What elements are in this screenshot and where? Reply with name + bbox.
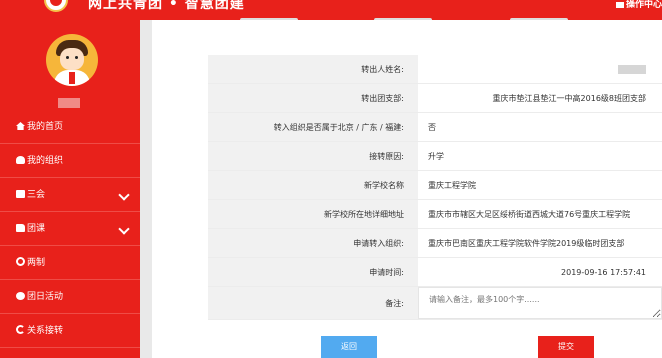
region-check-value: 否 bbox=[428, 122, 436, 132]
field-label: 转出人姓名: bbox=[208, 55, 418, 83]
sidebar-item-league-day[interactable]: 团日活动 bbox=[0, 280, 140, 314]
sidebar-item-two-systems[interactable]: 两制 bbox=[0, 246, 140, 280]
field-label: 转出团支部: bbox=[208, 84, 418, 112]
sidebar-item-label: 三会 bbox=[27, 190, 46, 200]
form-row: 转出团支部: 重庆市垫江县垫江一中高2016级8班团支部 bbox=[208, 84, 662, 113]
note-input[interactable] bbox=[418, 287, 662, 319]
form-row: 转出人姓名: bbox=[208, 55, 662, 84]
avatar-face bbox=[60, 48, 84, 70]
user-name bbox=[58, 98, 80, 108]
back-button[interactable]: 返回 bbox=[321, 336, 377, 358]
sidebar-item-home[interactable]: 我的首页 bbox=[0, 110, 140, 144]
field-label: 新学校名称 bbox=[208, 171, 418, 199]
mail-icon bbox=[615, 1, 624, 8]
sidebar-item-league-class[interactable]: 团课 bbox=[0, 212, 140, 246]
new-school-value: 重庆工程学院 bbox=[428, 180, 476, 190]
field-label: 接转原因: bbox=[208, 142, 418, 170]
school-address-value: 重庆市市辖区大足区绥桥街道西城大道76号重庆工程学院 bbox=[428, 209, 631, 219]
form-row: * 申请转入组织: 重庆市巴南区重庆工程学院软件学院2019级临时团支部 bbox=[208, 229, 662, 258]
avatar-tie bbox=[69, 72, 75, 84]
chevron-down-icon bbox=[118, 189, 130, 201]
main-content: 转出人姓名: 转出团支部: 重庆市垫江县垫江一中高2016级8班团支部 * 转入… bbox=[152, 20, 662, 358]
field-label: 申请时间: bbox=[208, 258, 418, 286]
field-label: 备注: bbox=[208, 287, 418, 319]
field-label: 申请转入组织: bbox=[208, 229, 418, 257]
transfer-form: 转出人姓名: 转出团支部: 重庆市垫江县垫江一中高2016级8班团支部 * 转入… bbox=[208, 55, 662, 320]
form-row: * 接转原因: 升学 bbox=[208, 142, 662, 171]
transfer-reason-value: 升学 bbox=[428, 151, 444, 161]
top-bar: 网上共青团 • 智慧团建 操作中心 bbox=[0, 0, 662, 20]
circle-icon bbox=[16, 257, 25, 266]
field-label: 新学校所在地详细地址 bbox=[208, 200, 418, 228]
folder-icon bbox=[16, 224, 25, 232]
chevron-down-icon bbox=[118, 223, 130, 235]
sidebar: 我的首页 我的组织 三会 团课 两制 团日活动 关系接转 bbox=[0, 20, 140, 358]
sidebar-item-label: 我的首页 bbox=[27, 122, 64, 132]
form-row: * 新学校名称 重庆工程学院 bbox=[208, 171, 662, 200]
sync-icon bbox=[16, 325, 25, 334]
sidebar-item-label: 两制 bbox=[27, 258, 46, 268]
gear-icon bbox=[16, 292, 25, 300]
sidebar-item-label: 团课 bbox=[27, 224, 46, 234]
sidebar-item-meetings[interactable]: 三会 bbox=[0, 178, 140, 212]
masked-name bbox=[618, 64, 646, 74]
transferor-name-value bbox=[418, 55, 662, 83]
field-label: 转入组织是否属于北京 / 广东 / 福建: bbox=[208, 113, 418, 141]
avatar-eye bbox=[66, 56, 69, 59]
home-icon bbox=[16, 122, 25, 130]
submit-button[interactable]: 提交 bbox=[538, 336, 594, 358]
operation-center-link[interactable]: 操作中心 bbox=[615, 0, 662, 10]
avatar[interactable] bbox=[46, 34, 98, 86]
form-row: 备注: bbox=[208, 287, 662, 320]
sidebar-item-label: 团日活动 bbox=[27, 292, 64, 302]
source-branch-value: 重庆市垫江县垫江一中高2016级8班团支部 bbox=[492, 93, 646, 103]
apply-time-value: 2019-09-16 17:57:41 bbox=[561, 267, 646, 277]
sidebar-item-label: 我的组织 bbox=[27, 156, 64, 166]
form-row: 新学校所在地详细地址 重庆市市辖区大足区绥桥街道西城大道76号重庆工程学院 bbox=[208, 200, 662, 229]
sidebar-nav: 我的首页 我的组织 三会 团课 两制 团日活动 关系接转 bbox=[0, 110, 140, 348]
sidebar-item-label: 关系接转 bbox=[27, 326, 64, 336]
form-row: * 转入组织是否属于北京 / 广东 / 福建: 否 bbox=[208, 113, 662, 142]
league-emblem-icon bbox=[44, 0, 68, 12]
avatar-eye bbox=[75, 56, 78, 59]
app-title: 网上共青团 • 智慧团建 bbox=[88, 0, 245, 12]
org-icon bbox=[16, 156, 25, 164]
form-row: 申请时间: 2019-09-16 17:57:41 bbox=[208, 258, 662, 287]
sidebar-item-my-org[interactable]: 我的组织 bbox=[0, 144, 140, 178]
operation-center-label: 操作中心 bbox=[625, 0, 662, 10]
sidebar-item-transfer[interactable]: 关系接转 bbox=[0, 314, 140, 348]
target-org-value: 重庆市巴南区重庆工程学院软件学院2019级临时团支部 bbox=[428, 238, 625, 248]
doc-icon bbox=[16, 190, 25, 198]
